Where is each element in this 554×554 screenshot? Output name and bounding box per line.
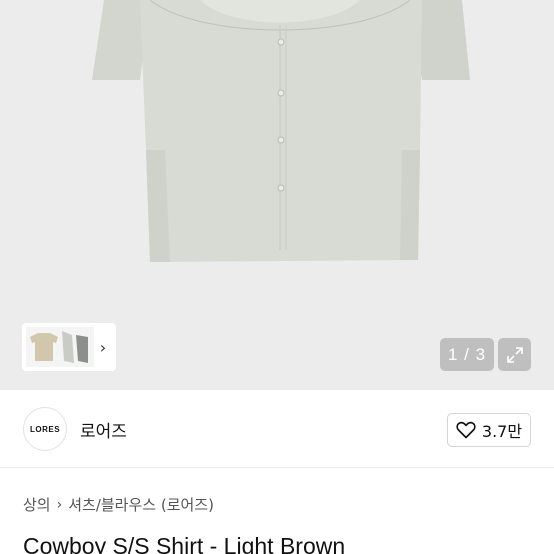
thumbnail-image[interactable]: [26, 327, 94, 367]
breadcrumb: 상의 › 셔츠/블라우스 (로어즈): [23, 494, 214, 515]
image-counter: 1 / 3: [440, 338, 494, 371]
like-count: 3.7만: [481, 422, 523, 441]
thumbnail-strip[interactable]: ›: [22, 323, 116, 371]
chevron-right-icon[interactable]: ›: [94, 327, 112, 367]
chevron-right-icon: ›: [56, 496, 63, 513]
breadcrumb-item-subcategory[interactable]: 셔츠/블라우스 (로어즈): [68, 494, 214, 515]
breadcrumb-item-category[interactable]: 상의: [23, 494, 51, 515]
shop-name[interactable]: 로어즈: [80, 417, 127, 442]
heart-icon: [456, 421, 476, 439]
expand-icon[interactable]: [498, 338, 531, 371]
shop-info: LORES 로어즈 3.7만: [0, 390, 554, 468]
product-image-gallery[interactable]: › 1 / 3: [0, 0, 554, 390]
product-title: Cowboy S/S Shirt - Light Brown: [23, 533, 346, 554]
shop-logo[interactable]: LORES: [23, 407, 67, 451]
like-button[interactable]: 3.7만: [447, 413, 531, 447]
